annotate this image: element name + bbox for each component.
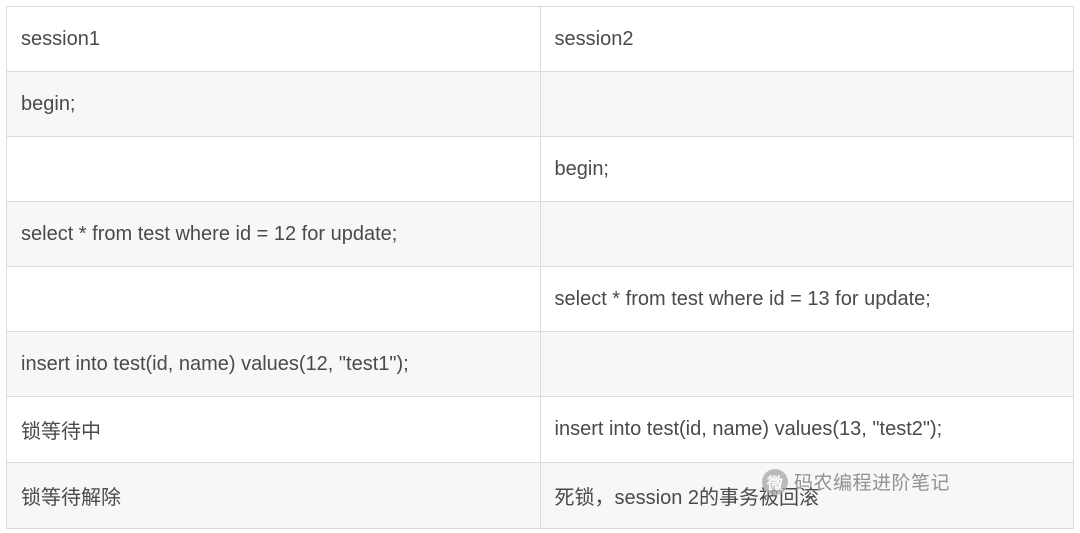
cell-session1: begin; (7, 72, 541, 137)
table-row: 锁等待中 insert into test(id, name) values(1… (7, 397, 1074, 463)
cell-session2: 死锁，session 2的事务被回滚 (540, 463, 1074, 529)
cell-session1: 锁等待解除 (7, 463, 541, 529)
cell-session2: insert into test(id, name) values(13, "t… (540, 397, 1074, 463)
cell-session1: 锁等待中 (7, 397, 541, 463)
cell-session1 (7, 137, 541, 202)
cell-session1: select * from test where id = 12 for upd… (7, 202, 541, 267)
table-row: begin; (7, 72, 1074, 137)
cell-session2: session2 (540, 7, 1074, 72)
table-row: select * from test where id = 12 for upd… (7, 202, 1074, 267)
cell-session1: session1 (7, 7, 541, 72)
cell-session2: begin; (540, 137, 1074, 202)
table-row: begin; (7, 137, 1074, 202)
cell-session1: insert into test(id, name) values(12, "t… (7, 332, 541, 397)
cell-session2 (540, 202, 1074, 267)
cell-session2 (540, 332, 1074, 397)
table-row: insert into test(id, name) values(12, "t… (7, 332, 1074, 397)
table-row: session1 session2 (7, 7, 1074, 72)
cell-session2: select * from test where id = 13 for upd… (540, 267, 1074, 332)
cell-session1 (7, 267, 541, 332)
table-row: 锁等待解除 死锁，session 2的事务被回滚 (7, 463, 1074, 529)
deadlock-sessions-table: session1 session2 begin; begin; select *… (6, 6, 1074, 529)
cell-session2 (540, 72, 1074, 137)
table-row: select * from test where id = 13 for upd… (7, 267, 1074, 332)
